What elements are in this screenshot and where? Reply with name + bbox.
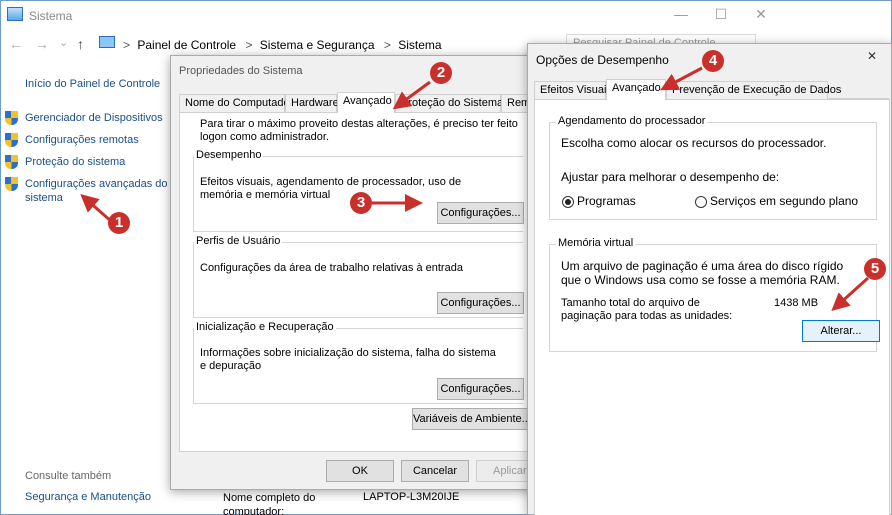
callout-badge-4: 4: [702, 50, 724, 72]
profiles-settings-button[interactable]: Configurações...: [437, 292, 524, 314]
change-button[interactable]: Alterar...: [802, 320, 880, 342]
callout-badge-5: 5: [864, 258, 886, 280]
shield-icon: [5, 155, 18, 169]
breadcrumb-item[interactable]: Painel de Controle: [137, 38, 236, 52]
group-description: Configurações da área de trabalho relati…: [200, 262, 463, 274]
dialog-title: Opções de Desempenho: [536, 53, 669, 67]
back-arrow-icon[interactable]: ←: [9, 36, 23, 52]
recent-dropdown-icon[interactable]: ⌄: [59, 36, 68, 49]
paging-file-total-value: 1438 MB: [774, 297, 819, 309]
forward-arrow-icon[interactable]: →: [35, 36, 49, 52]
control-panel-home-link[interactable]: Início do Painel de Controle: [25, 77, 160, 91]
performance-settings-button[interactable]: Configurações...: [437, 202, 524, 224]
group-title: Inicialização e Recuperação: [194, 321, 336, 333]
background-services-radio[interactable]: [695, 196, 707, 208]
tab-visual-effects[interactable]: Efeitos Visuais: [534, 81, 612, 99]
callout-badge-1: 1: [108, 212, 130, 234]
paging-file-total-label: Tamanho total do arquivo de paginação pa…: [561, 297, 733, 322]
left-pane: Início do Painel de Controle Gerenciador…: [1, 61, 171, 515]
callout-badge-2: 2: [430, 62, 452, 84]
up-arrow-icon[interactable]: ↑: [77, 36, 84, 52]
group-title: Desempenho: [194, 149, 264, 161]
tab-strip: Nome do Computador Hardware Avançado Pro…: [179, 92, 529, 113]
computer-name-value: LAPTOP-L3M20IJE: [363, 491, 460, 503]
breadcrumb-item[interactable]: Sistema e Segurança: [260, 38, 375, 52]
shield-icon: [5, 177, 18, 191]
tab-remote[interactable]: Remo: [501, 94, 529, 112]
group-title: Memória virtual: [556, 237, 636, 249]
ok-button[interactable]: OK: [326, 460, 394, 482]
programs-radio-label: Programas: [577, 194, 636, 208]
breadcrumb: > Painel de Controle > Sistema e Seguran…: [121, 38, 446, 52]
group-title: Agendamento do processador: [556, 115, 708, 127]
adjust-label: Ajustar para melhorar o desempenho de:: [561, 170, 780, 184]
callout-badge-3: 3: [350, 192, 372, 214]
user-profiles-group: Perfis de Usuário Configurações da área …: [193, 235, 524, 318]
breadcrumb-separator-icon: >: [383, 38, 391, 52]
breadcrumb-item[interactable]: Sistema: [398, 38, 441, 52]
admin-note: Para tirar o máximo proveito destas alte…: [200, 118, 518, 143]
virtual-memory-group: Memória virtual Um arquivo de paginação …: [549, 237, 880, 352]
tab-computer-name[interactable]: Nome do Computador: [179, 94, 293, 112]
device-manager-link[interactable]: Gerenciador de Dispositivos: [25, 111, 163, 125]
remote-settings-link[interactable]: Configurações remotas: [25, 133, 139, 147]
system-protection-link[interactable]: Proteção do sistema: [25, 155, 125, 169]
tab-strip: Efeitos Visuais Avançado Prevenção de Ex…: [534, 79, 889, 100]
system-properties-dialog: Propriedades do Sistema Nome do Computad…: [170, 55, 536, 490]
startup-recovery-group: Inicialização e Recuperação Informações …: [193, 321, 524, 404]
system-icon: [7, 7, 23, 21]
advanced-system-settings-link[interactable]: Configurações avançadas do sistema: [25, 177, 171, 205]
shield-icon: [5, 111, 18, 125]
close-button[interactable]: ✕: [852, 47, 892, 67]
tab-hardware[interactable]: Hardware: [285, 94, 339, 112]
security-maintenance-link[interactable]: Segurança e Manutenção: [25, 490, 151, 504]
control-panel-icon: [99, 36, 115, 48]
close-button[interactable]: ✕: [741, 5, 781, 25]
processor-scheduling-group: Agendamento do processador Escolha como …: [549, 115, 877, 220]
cancel-button[interactable]: Cancelar: [401, 460, 469, 482]
startup-settings-button[interactable]: Configurações...: [437, 378, 524, 400]
titlebar: Sistema — ☐ ✕: [1, 1, 891, 31]
computer-name-label: Nome completo do computador:: [223, 492, 316, 515]
breadcrumb-separator-icon: >: [123, 38, 131, 52]
maximize-button[interactable]: ☐: [701, 5, 741, 25]
breadcrumb-separator-icon: >: [245, 38, 253, 52]
group-title: Perfis de Usuário: [194, 235, 283, 247]
tab-advanced[interactable]: Avançado: [606, 79, 666, 100]
shield-icon: [5, 133, 18, 147]
tab-panel: Para tirar o máximo proveito destas alte…: [179, 112, 535, 452]
group-description: Informações sobre inicialização do siste…: [200, 347, 496, 372]
performance-options-dialog: Opções de Desempenho Efeitos Visuais Ava…: [527, 43, 892, 515]
virtual-memory-description: Um arquivo de paginação é uma área do di…: [561, 259, 844, 287]
tab-data-execution-prevention[interactable]: Prevenção de Execução de Dados: [666, 81, 841, 99]
minimize-button[interactable]: —: [661, 5, 701, 25]
tab-advanced[interactable]: Avançado: [337, 92, 395, 113]
see-also-heading: Consulte também: [25, 470, 112, 482]
background-services-radio-label: Serviços em segundo plano: [710, 194, 859, 208]
processor-description: Escolha como alocar os recursos do proce…: [561, 136, 827, 150]
environment-variables-button[interactable]: Variáveis de Ambiente...: [412, 408, 531, 430]
programs-radio[interactable]: [562, 196, 574, 208]
window-title: Sistema: [29, 9, 73, 23]
dialog-title: Propriedades do Sistema: [179, 65, 303, 77]
tab-panel: Agendamento do processador Escolha como …: [534, 99, 890, 515]
tab-system-protection[interactable]: Proteção do Sistema: [395, 94, 503, 112]
